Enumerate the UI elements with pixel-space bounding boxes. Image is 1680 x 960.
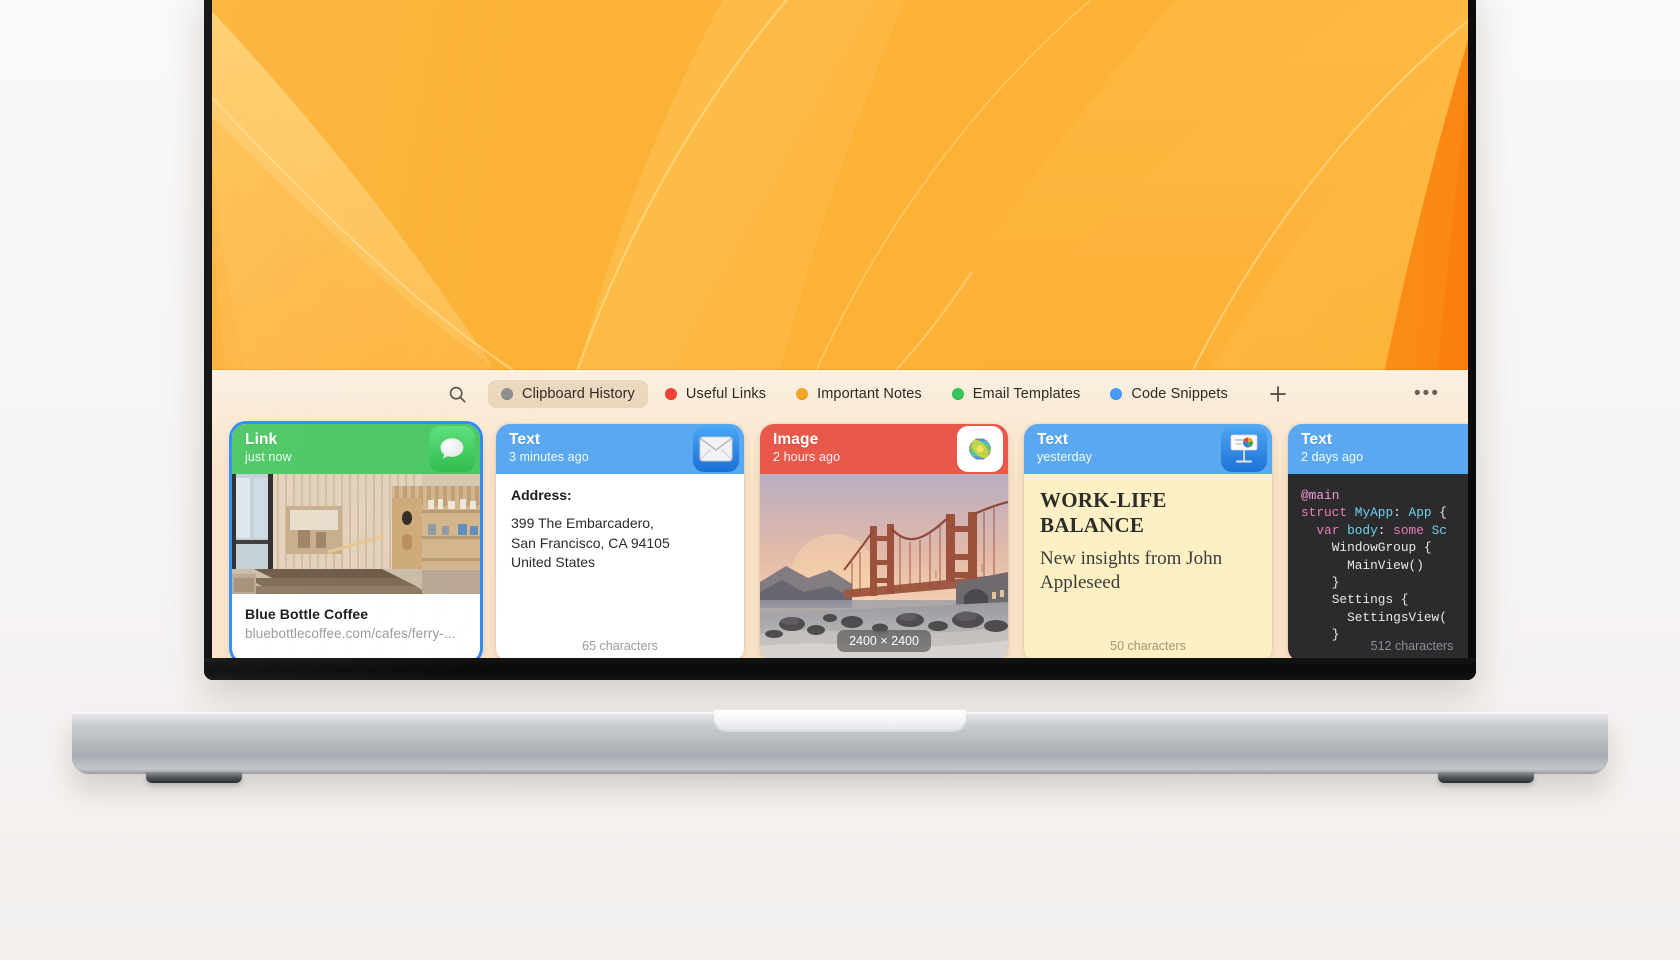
keynote-subtitle: New insights from John Appleseed xyxy=(1040,548,1223,593)
laptop-bottom-bezel xyxy=(204,658,1476,680)
card-body: Address: 399 The Embarcadero, San Franci… xyxy=(496,474,744,658)
laptop-foot-right xyxy=(1438,772,1534,783)
tab-email-templates[interactable]: Email Templates xyxy=(939,380,1094,408)
more-options-button[interactable]: ••• xyxy=(1410,377,1444,411)
card-body: @main struct MyApp: App { var body: some… xyxy=(1288,474,1468,658)
messages-icon xyxy=(424,424,480,474)
text-line: San Francisco, CA 94105 xyxy=(511,534,670,551)
card-header: Image 2 hours ago xyxy=(760,424,1008,474)
keynote-title: WORK-LIFE BALANCE xyxy=(1040,488,1167,537)
clipboard-card-link[interactable]: Link just now Blue Bottle Coffee bluebot… xyxy=(232,424,480,658)
clipboard-card-strip[interactable]: Link just now Blue Bottle Coffee bluebot… xyxy=(212,418,1468,658)
base-notch xyxy=(714,710,966,732)
tab-label: Clipboard History xyxy=(522,386,635,402)
tab-color-dot xyxy=(664,388,677,400)
tab-useful-links[interactable]: Useful Links xyxy=(652,380,779,408)
card-body: Blue Bottle Coffee bluebottlecoffee.com/… xyxy=(232,474,480,658)
keynote-text-content: WORK-LIFE BALANCE New insights from John… xyxy=(1024,474,1272,658)
photos-icon xyxy=(952,424,1008,474)
tab-label: Code Snippets xyxy=(1131,386,1228,402)
card-header: Text 3 minutes ago xyxy=(496,424,744,474)
code-content: @main struct MyApp: App { var body: some… xyxy=(1288,474,1468,658)
clipboard-card-code[interactable]: Text 2 days ago @main struct MyApp: App … xyxy=(1288,424,1468,658)
card-kind: Text xyxy=(1301,431,1333,448)
card-header: Link just now xyxy=(232,424,480,474)
macbook-lid: Clipboard History Useful Links Important… xyxy=(204,0,1476,680)
plus-icon xyxy=(1269,386,1286,402)
tab-label: Useful Links xyxy=(685,386,767,402)
tab-important-notes[interactable]: Important Notes xyxy=(783,380,935,408)
panel-toolbar: Clipboard History Useful Links Important… xyxy=(212,370,1468,418)
clipboard-card-image[interactable]: Image 2 hours ago 2400 × 2400 xyxy=(760,424,1008,658)
tab-color-dot xyxy=(501,388,513,400)
tab-color-dot xyxy=(796,388,809,400)
card-body: 2400 × 2400 xyxy=(760,474,1008,658)
laptop-screen: Clipboard History Useful Links Important… xyxy=(212,0,1468,658)
text-line: United States xyxy=(511,554,596,570)
card-timestamp: 2 days ago xyxy=(1301,450,1364,464)
clipboard-manager-panel: Clipboard History Useful Links Important… xyxy=(212,370,1468,658)
link-title: Blue Bottle Coffee xyxy=(245,606,369,622)
keynote-icon xyxy=(1216,424,1272,474)
character-count: 65 characters xyxy=(582,639,658,653)
card-header: Text 2 days ago xyxy=(1288,424,1468,474)
search-icon[interactable] xyxy=(440,377,474,411)
card-body: WORK-LIFE BALANCE New insights from John… xyxy=(1024,474,1272,658)
tab-label: Email Templates xyxy=(972,386,1081,402)
mail-icon xyxy=(688,424,744,474)
character-count: 512 characters xyxy=(1370,639,1454,653)
macbook-base xyxy=(72,710,1608,783)
card-header: Text yesterday xyxy=(1024,424,1272,474)
screenshot-stage: Clipboard History Useful Links Important… xyxy=(0,0,1680,960)
tab-color-dot xyxy=(1110,388,1123,400)
tab-code-snippets[interactable]: Code Snippets xyxy=(1097,380,1240,408)
link-preview-image xyxy=(232,474,480,594)
clipboard-card-text-address[interactable]: Text 3 minutes ago Address: 399 The Emba… xyxy=(496,424,744,658)
tab-label: Important Notes xyxy=(817,386,922,402)
clipboard-card-keynote-text[interactable]: Text yesterday WORK-LIFE BALANCE New ins… xyxy=(1024,424,1272,658)
image-dimensions-badge: 2400 × 2400 xyxy=(837,630,931,652)
text-content: Address: 399 The Embarcadero, San Franci… xyxy=(496,474,744,573)
laptop-foot-left xyxy=(146,772,242,783)
text-line: 399 The Embarcadero, xyxy=(511,515,654,531)
tab-clipboard-history[interactable]: Clipboard History xyxy=(488,380,648,408)
text-label: Address: xyxy=(511,487,572,503)
category-tabs: Clipboard History Useful Links Important… xyxy=(488,380,1241,408)
link-metadata: Blue Bottle Coffee bluebottlecoffee.com/… xyxy=(232,596,480,658)
link-url: bluebottlecoffee.com/cafes/ferry-... xyxy=(245,626,456,641)
add-category-button[interactable] xyxy=(1261,377,1295,411)
code-snippet: @main struct MyApp: App { var body: some… xyxy=(1301,488,1447,643)
tab-color-dot xyxy=(951,388,964,400)
character-count: 50 characters xyxy=(1110,639,1186,653)
